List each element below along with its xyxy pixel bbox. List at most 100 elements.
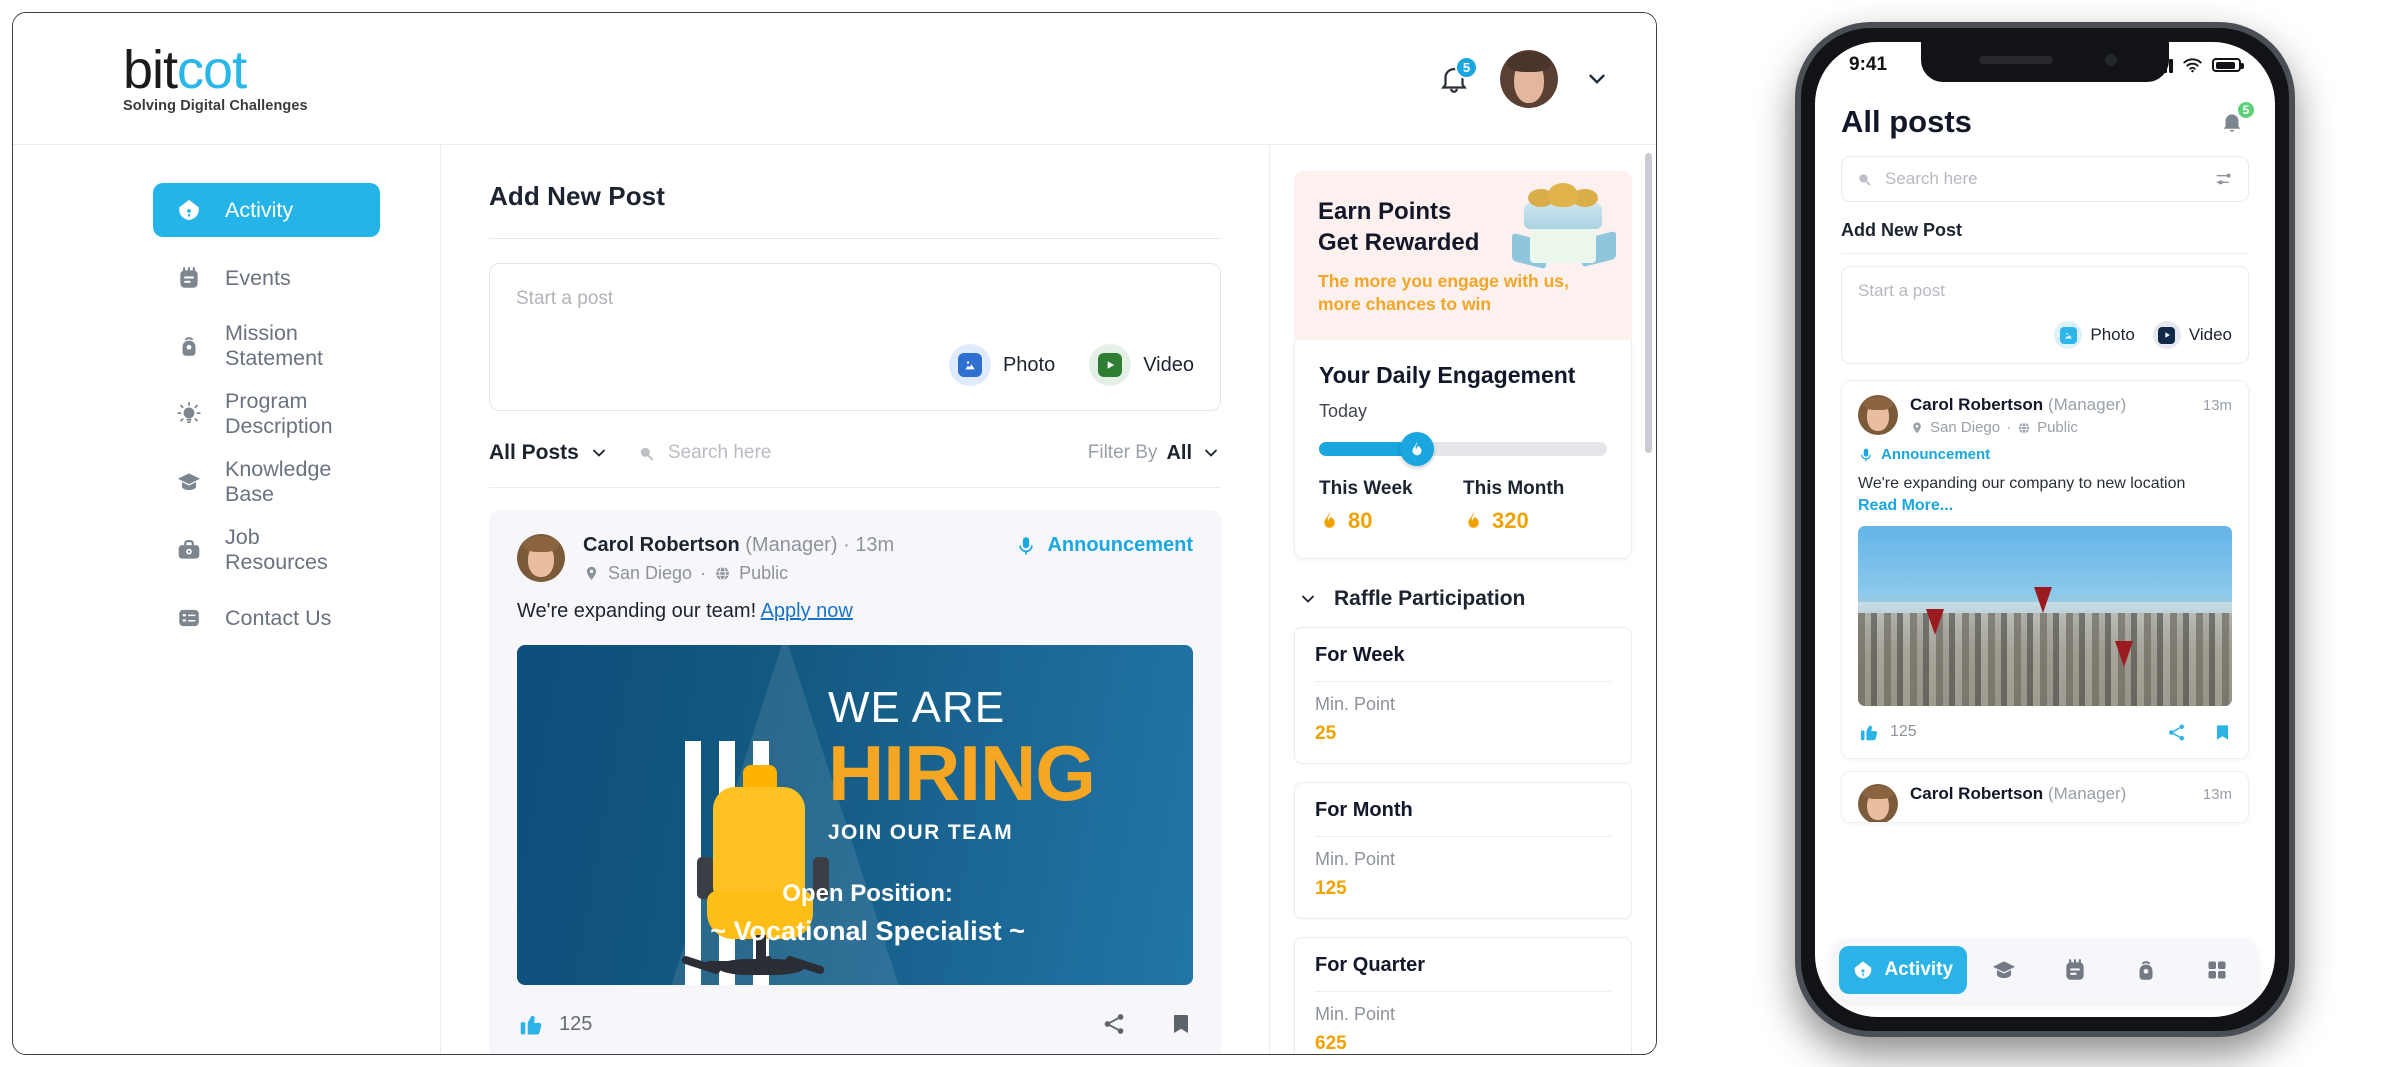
phone-post-image-city[interactable] [1858,526,2232,706]
promo-title-line2: Get Rewarded [1318,229,1479,256]
all-posts-label: All Posts [489,441,579,465]
avatar-face [1858,395,1898,435]
flame-icon [1319,510,1340,531]
tab-more[interactable] [2184,946,2251,994]
tab-label: Activity [1884,959,1953,981]
sidebar-item-label: Events [225,266,291,291]
flame-icon [1408,440,1426,458]
share-icon[interactable] [1101,1011,1127,1037]
post-author-avatar[interactable] [517,534,565,582]
microphone-icon [1858,447,1874,463]
sidebar-item-knowledge-base[interactable]: Knowledge Base [153,455,380,509]
all-posts-dropdown[interactable]: All Posts [489,441,609,465]
logo-text-cot: cot [177,40,246,100]
add-photo-button[interactable]: Photo [949,344,1055,386]
sidebar-item-events[interactable]: Events [153,251,380,305]
avatar[interactable] [1500,50,1558,108]
sidebar: Activity Events Mission Statement [13,145,441,1054]
tab-mission-statement[interactable] [2113,946,2180,994]
right-sidebar: Earn Points Get Rewarded The more you en… [1270,145,1656,1054]
phone-composer-actions: Photo Video [1858,321,2232,349]
banner-open-position: Open Position: ~ Vocational Specialist ~ [710,880,1025,947]
phone-post-actions [2166,722,2232,743]
sidebar-item-activity[interactable]: Activity [153,183,380,237]
divider [1841,253,2249,254]
phone-post-role: (Manager) [2048,784,2126,803]
calendar-icon [2062,957,2088,983]
stat-value-wrap: 320 [1463,508,1607,534]
raffle-section-toggle[interactable]: Raffle Participation [1298,587,1632,611]
min-point-value: 25 [1315,723,1611,745]
composer-placeholder: Start a post [516,288,1194,310]
sidebar-item-mission-statement[interactable]: Mission Statement [153,319,380,373]
post-badge-announcement[interactable]: Announcement [1015,534,1193,557]
phone-post-meta: Carol Robertson (Manager) 13m San Diego … [1910,395,2232,436]
right-panel-scrollbar[interactable] [1645,153,1652,453]
tab-knowledge-base[interactable] [1971,946,2038,994]
app-header: bitcot Solving Digital Challenges 5 [13,13,1656,145]
phone-post-avatar[interactable] [1858,784,1898,823]
daily-engagement-card: Your Daily Engagement Today This Week [1294,340,1632,559]
tab-events[interactable] [2042,946,2109,994]
raffle-card-quarter[interactable]: For Quarter Min. Point 625 [1294,937,1632,1055]
post-composer[interactable]: Start a post Photo Video [489,263,1221,411]
search-input[interactable]: Search here [637,442,772,464]
promo-title-line1: Earn Points [1318,198,1451,225]
slider-handle[interactable] [1400,432,1434,466]
filter-by-value: All [1166,442,1192,465]
like-button[interactable]: 125 [517,1010,592,1038]
divider [1315,836,1611,837]
chevron-down-icon[interactable] [1584,66,1610,92]
brand-logo[interactable]: bitcot Solving Digital Challenges [123,43,308,114]
video-icon [1089,344,1131,386]
stat-this-week: This Week 80 [1319,478,1463,534]
video-label: Video [1143,354,1194,377]
phone-post-visibility: Public [2037,419,2078,436]
phone-photo-label: Photo [2090,325,2134,345]
phone-post-time: 13m [2203,786,2232,803]
briefcase-icon [175,536,203,564]
sidebar-item-job-resources[interactable]: Job Resources [153,523,380,577]
divider [1315,681,1611,682]
bookmark-icon[interactable] [1169,1011,1193,1037]
post-time: 13m [855,534,894,556]
promo-subtitle-line2: more chances to win [1318,294,1491,314]
photo-label: Photo [1003,354,1055,377]
notifications-button[interactable]: 5 [1434,59,1474,99]
share-icon[interactable] [2166,722,2187,743]
phone-add-photo-button[interactable]: Photo [2054,321,2134,349]
phone-post-badge[interactable]: Announcement [1858,446,2232,463]
raffle-card-week[interactable]: For Week Min. Point 25 [1294,627,1632,764]
stat-this-month: This Month 320 [1463,478,1607,534]
divider [489,487,1221,488]
phone-search-input[interactable]: Search here [1841,156,2249,202]
engagement-progress-slider[interactable] [1319,442,1607,456]
filter-by-dropdown[interactable]: Filter By All [1088,442,1221,465]
gift-box-icon [1510,181,1614,273]
read-more-link[interactable]: Read More... [1858,497,1953,514]
sidebar-item-label: Activity [225,198,293,223]
post-actions [1101,1011,1193,1037]
phone-post-avatar[interactable] [1858,395,1898,435]
target-icon [175,332,203,360]
phone-post-author: Carol Robertson [1910,784,2043,803]
tab-activity[interactable]: Activity [1839,946,1967,994]
post-image-hiring-banner[interactable]: WE ARE HIRING JOIN OUR TEAM Open Positio… [517,645,1193,985]
sidebar-item-program-description[interactable]: Program Description [153,387,380,441]
add-video-button[interactable]: Video [1089,344,1194,386]
raffle-section-title: Raffle Participation [1334,587,1525,611]
stat-value-wrap: 80 [1319,508,1463,534]
phone-add-video-button[interactable]: Video [2153,321,2232,349]
phone-notifications-button[interactable]: 5 [2215,105,2249,139]
home-icon [175,196,203,224]
bookmark-icon[interactable] [2213,722,2232,743]
filter-sliders-icon[interactable] [2214,169,2234,189]
phone-like-button[interactable]: 125 [1858,721,1917,743]
raffle-card-month[interactable]: For Month Min. Point 125 [1294,782,1632,919]
phone-post-time: 13m [2203,397,2232,414]
sidebar-item-contact-us[interactable]: Contact Us [153,591,380,645]
phone-post-composer[interactable]: Start a post Photo Video [1841,266,2249,364]
apply-now-link[interactable]: Apply now [761,600,853,622]
chevron-down-icon [1201,443,1221,463]
wifi-icon [2182,57,2203,73]
